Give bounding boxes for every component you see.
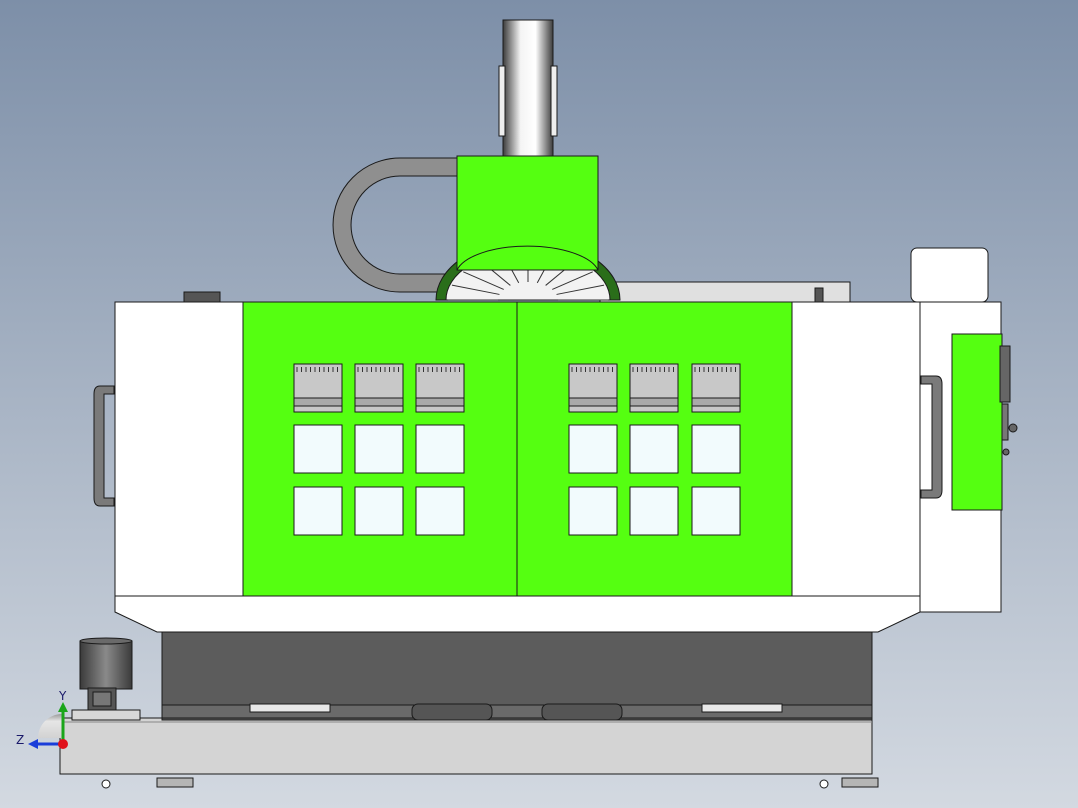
viewing-window [415, 424, 465, 474]
triad-y-label: Y [58, 689, 67, 703]
tool-window [293, 363, 343, 413]
triad-z-label: Z [16, 733, 24, 747]
caster-wheel-left [101, 779, 111, 789]
rear-rail [599, 281, 851, 303]
viewing-window [293, 424, 343, 474]
tool-window [691, 363, 741, 413]
base-foot-right [841, 777, 879, 788]
tool-window [354, 363, 404, 413]
tool-window [629, 363, 679, 413]
top-right-housing [910, 247, 989, 303]
viewing-window [691, 486, 741, 536]
base-slot [411, 703, 493, 721]
tool-window [415, 363, 465, 413]
spindle-column [498, 19, 558, 161]
viewing-window [629, 486, 679, 536]
viewing-window [629, 424, 679, 474]
viewing-window [293, 486, 343, 536]
base-foot-left [156, 777, 194, 788]
viewing-window [568, 486, 618, 536]
base-plate [59, 717, 873, 775]
viewing-window [568, 424, 618, 474]
tool-window [568, 363, 618, 413]
viewing-window [354, 486, 404, 536]
viewing-window [354, 424, 404, 474]
cad-viewport[interactable]: Y Z [0, 0, 1078, 808]
viewing-window [691, 424, 741, 474]
base-slot [541, 703, 623, 721]
caster-wheel-right [819, 779, 829, 789]
viewing-window [415, 486, 465, 536]
